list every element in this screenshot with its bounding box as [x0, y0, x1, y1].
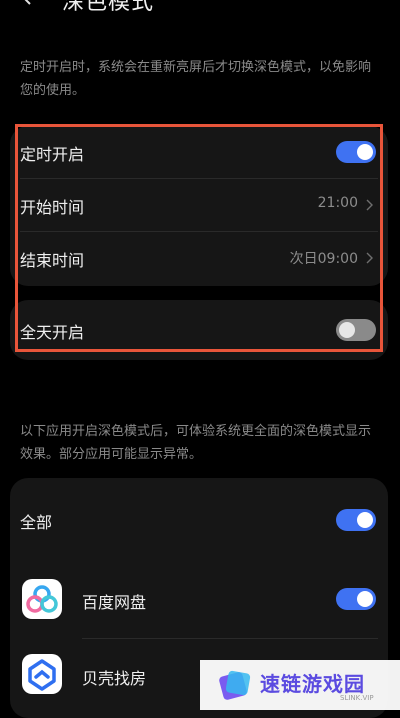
- all-apps-toggle[interactable]: [336, 509, 376, 531]
- watermark-logo-icon: [219, 670, 251, 700]
- start-time-row[interactable]: 开始时间 21:00: [10, 179, 388, 231]
- chevron-right-icon: [366, 199, 373, 211]
- back-arrow-icon[interactable]: [18, 0, 36, 6]
- beike-icon: [22, 654, 62, 694]
- all-day-label: 全天开启: [20, 323, 85, 342]
- baidu-netdisk-toggle[interactable]: [336, 588, 376, 610]
- baidu-netdisk-icon: [22, 579, 62, 619]
- header: 深色模式: [0, 0, 400, 22]
- all-day-toggle[interactable]: [336, 319, 376, 341]
- start-time-value: 21:00: [317, 195, 358, 211]
- schedule-card: 定时开启 开始时间 21:00 结束时间 次日09:00: [10, 126, 388, 286]
- all-day-card: 全天开启: [10, 300, 388, 360]
- apps-description: 以下应用开启深色模式后，可体验系统更全面的深色模式显示效果。部分应用可能显示异常…: [20, 424, 372, 462]
- beike-label: 贝壳找房: [82, 669, 147, 688]
- scheduled-on-label: 定时开启: [20, 145, 85, 164]
- all-apps-label: 全部: [20, 513, 53, 532]
- watermark: 速链游戏园 SLINK.VIP: [200, 660, 400, 710]
- start-time-label: 开始时间: [20, 198, 85, 217]
- watermark-text: 速链游戏园: [260, 672, 365, 696]
- schedule-description: 定时开启时，系统会在重新亮屏后才切换深色模式，以免影响您的使用。: [20, 60, 372, 98]
- end-time-row[interactable]: 结束时间 次日09:00: [10, 232, 388, 284]
- scheduled-on-toggle[interactable]: [336, 141, 376, 163]
- watermark-subtext: SLINK.VIP: [340, 694, 374, 702]
- end-time-label: 结束时间: [20, 251, 85, 270]
- all-day-row[interactable]: 全天开启: [10, 304, 388, 356]
- page-title: 深色模式: [62, 0, 155, 15]
- chevron-right-icon: [366, 252, 373, 264]
- scheduled-on-row[interactable]: 定时开启: [10, 126, 388, 178]
- baidu-netdisk-label: 百度网盘: [82, 593, 147, 612]
- divider: [82, 638, 378, 639]
- end-time-value: 次日09:00: [289, 251, 358, 267]
- all-apps-row[interactable]: 全部: [10, 494, 388, 546]
